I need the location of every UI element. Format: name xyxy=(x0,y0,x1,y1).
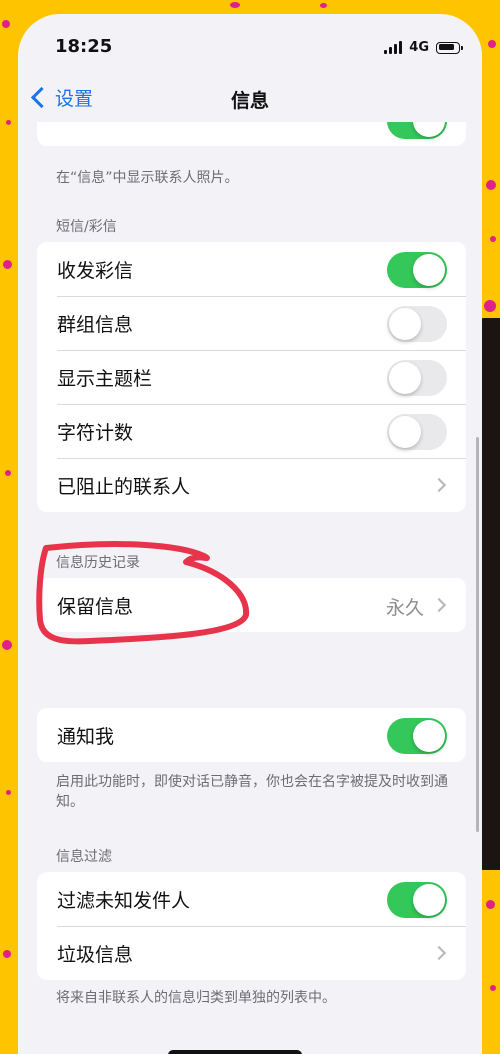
row-label: 显示主题栏 xyxy=(57,367,153,390)
status-time: 18:25 xyxy=(55,36,113,57)
row-label: 垃圾信息 xyxy=(57,943,134,966)
status-bar: 18:25 4G xyxy=(18,14,482,78)
history-section-header: 信息历史记录 xyxy=(56,555,140,571)
row-label: 过滤未知发件人 xyxy=(57,889,191,912)
filter-section-header: 信息过滤 xyxy=(56,849,112,865)
row-label: 收发彩信 xyxy=(57,259,134,282)
show-contact-photos-card[interactable] xyxy=(37,122,466,146)
row-label: 群组信息 xyxy=(57,313,134,336)
chevron-right-icon xyxy=(431,477,447,493)
cellular-signal-icon xyxy=(384,41,403,54)
blocked-contacts-row[interactable]: 已阻止的联系人 xyxy=(37,458,466,512)
filter-unknown-senders-row[interactable]: 过滤未知发件人 xyxy=(37,872,466,926)
mms-messaging-toggle[interactable] xyxy=(387,252,447,288)
filter-footer: 将来自非联系人的信息归类到单独的列表中。 xyxy=(56,990,336,1006)
row-label: 已阻止的联系人 xyxy=(57,475,191,498)
page-title: 信息 xyxy=(230,90,269,112)
group-messaging-row[interactable]: 群组信息 xyxy=(37,296,466,350)
row-label: 保留信息 xyxy=(57,595,134,618)
notify-me-toggle[interactable] xyxy=(387,718,447,754)
navigation-bar: 设置 信息 xyxy=(18,78,482,122)
notify-card: 通知我 xyxy=(37,708,466,762)
filter-unknown-senders-toggle[interactable] xyxy=(387,882,447,918)
character-count-row[interactable]: 字符计数 xyxy=(37,404,466,458)
row-label: 通知我 xyxy=(57,725,115,748)
scrollbar[interactable] xyxy=(476,437,479,832)
sms-settings-card: 收发彩信 群组信息 显示主题栏 字符计数 已阻止的联系人 xyxy=(37,242,466,512)
junk-messages-row[interactable]: 垃圾信息 xyxy=(37,926,466,980)
show-subject-toggle[interactable] xyxy=(387,360,447,396)
sms-section-header: 短信/彩信 xyxy=(56,219,117,235)
keep-messages-value: 永久 xyxy=(385,597,424,619)
chevron-right-icon xyxy=(431,945,447,961)
battery-icon xyxy=(436,41,463,54)
status-indicators: 4G xyxy=(384,40,463,55)
contact-photos-footer: 在“信息”中显示联系人照片。 xyxy=(56,170,239,186)
network-type: 4G xyxy=(409,40,429,55)
keep-messages-row[interactable]: 保留信息 永久 xyxy=(37,578,466,632)
history-card: 保留信息 永久 xyxy=(37,578,466,632)
character-count-toggle[interactable] xyxy=(387,414,447,450)
chevron-right-icon xyxy=(431,597,447,613)
show-subject-row[interactable]: 显示主题栏 xyxy=(37,350,466,404)
home-indicator xyxy=(168,1050,302,1054)
settings-list[interactable]: 在“信息”中显示联系人照片。 短信/彩信 收发彩信 群组信息 显示主题栏 字符计… xyxy=(18,122,482,1054)
mms-messaging-row[interactable]: 收发彩信 xyxy=(37,242,466,296)
show-contact-photos-toggle[interactable] xyxy=(387,122,447,139)
phone-screen: 18:25 4G 设置 信息 在“信息”中显示联系人照片。 短信/彩信 收发彩信 xyxy=(18,14,482,1054)
notify-me-row[interactable]: 通知我 xyxy=(37,708,466,762)
group-messaging-toggle[interactable] xyxy=(387,306,447,342)
notify-footer: 启用此功能时，即使对话已静音，你也会在名字被提及时收到通知。 xyxy=(56,774,448,810)
row-label: 字符计数 xyxy=(57,421,134,444)
filter-card: 过滤未知发件人 垃圾信息 xyxy=(37,872,466,980)
